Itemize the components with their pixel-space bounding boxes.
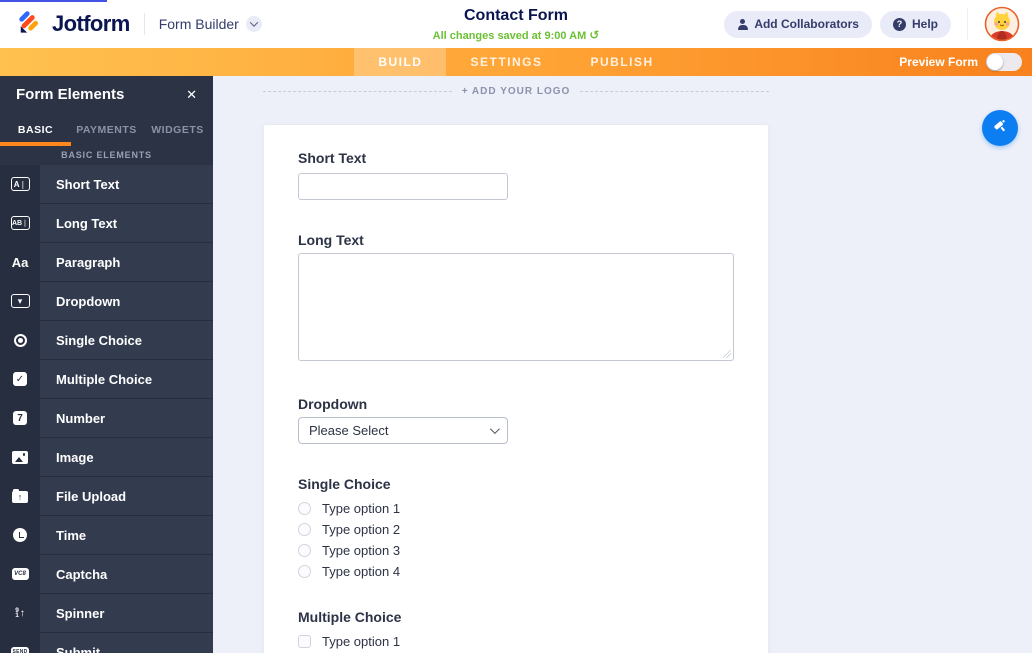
element-short-text[interactable]: A❘ Short Text [0, 165, 213, 204]
question-mark-icon: ? [892, 17, 906, 31]
long-text-icon: AB❘ [0, 204, 40, 242]
element-paragraph[interactable]: Aa Paragraph [0, 243, 213, 282]
checkbox-option[interactable]: Type option 1 [298, 631, 734, 652]
person-icon [737, 18, 748, 30]
builder-nav: BUILD SETTINGS PUBLISH Preview Form [0, 48, 1032, 76]
radio-button[interactable] [298, 523, 311, 536]
add-collaborators-button[interactable]: Add Collaborators [724, 10, 872, 38]
loading-progress-bar [0, 0, 107, 2]
long-text-label: Long Text [298, 232, 364, 248]
paint-roller-icon [991, 117, 1009, 140]
radio-button[interactable] [298, 565, 311, 578]
form-elements-header: Form Elements ✕ [0, 76, 213, 113]
preview-form-toggle[interactable] [986, 53, 1022, 71]
dropdown-label: Dropdown [298, 396, 368, 412]
single-choice-options: Type option 1 Type option 2 Type option … [298, 498, 734, 582]
dashed-line [263, 91, 452, 92]
jotform-logo-icon [16, 8, 43, 40]
element-captcha[interactable]: VC8 Captcha [0, 555, 213, 594]
help-button[interactable]: ? Help [879, 10, 951, 38]
submit-icon: SEND [0, 633, 40, 653]
radio-option[interactable]: Type option 4 [298, 561, 734, 582]
tab-build[interactable]: BUILD [354, 48, 447, 76]
dashed-line [580, 91, 769, 92]
dropdown-icon: ▾ [0, 282, 40, 320]
close-icon[interactable]: ✕ [186, 87, 197, 103]
add-logo-button[interactable]: + ADD YOUR LOGO [462, 86, 571, 97]
form-title-block: Contact Form All changes saved at 9:00 A… [433, 6, 600, 42]
short-text-label: Short Text [298, 150, 367, 166]
logo-wordmark: Jotform [52, 11, 130, 36]
tab-basic[interactable]: BASIC [0, 113, 71, 146]
jotform-logo[interactable]: Jotform [12, 8, 130, 40]
form-designer-button[interactable] [982, 110, 1018, 146]
single-choice-icon [0, 321, 40, 359]
short-text-icon: A❘ [0, 165, 40, 203]
element-category-tabs: BASIC PAYMENTS WIDGETS [0, 113, 213, 146]
chevron-down-icon [245, 16, 262, 32]
multiple-choice-label: Multiple Choice [298, 609, 402, 625]
add-logo-area: + ADD YOUR LOGO [263, 86, 769, 97]
paragraph-icon: Aa [0, 243, 40, 281]
tab-payments[interactable]: PAYMENTS [71, 113, 142, 146]
element-submit[interactable]: SEND Submit [0, 633, 213, 653]
builder-nav-tabs: BUILD SETTINGS PUBLISH [354, 48, 677, 76]
app-switcher[interactable]: Form Builder [159, 16, 262, 32]
avatar[interactable] [984, 6, 1020, 42]
time-icon [0, 516, 40, 554]
panel-title: Form Elements [16, 86, 125, 103]
save-status: All changes saved at 9:00 AM ↺ [432, 28, 600, 42]
element-long-text[interactable]: AB❘ Long Text [0, 204, 213, 243]
tab-widgets[interactable]: WIDGETS [142, 113, 213, 146]
header: Jotform Form Builder Contact Form All ch… [0, 0, 1032, 48]
tab-settings[interactable]: SETTINGS [446, 48, 566, 76]
multiple-choice-icon: ✓ [0, 360, 40, 398]
header-divider [143, 13, 145, 35]
file-upload-icon: ↑ [0, 477, 40, 515]
preview-form-label: Preview Form [899, 55, 978, 69]
multiple-choice-options: Type option 1 [298, 631, 734, 653]
single-choice-label: Single Choice [298, 476, 391, 492]
element-number[interactable]: 7 Number [0, 399, 213, 438]
element-file-upload[interactable]: ↑ File Upload [0, 477, 213, 516]
jotform-form-builder: Jotform Form Builder Contact Form All ch… [0, 0, 1032, 653]
radio-option[interactable]: Type option 1 [298, 498, 734, 519]
chevron-down-icon [489, 424, 500, 435]
form-canvas: + ADD YOUR LOGO Short Text Long Text Dro… [213, 76, 1032, 653]
undo-icon[interactable]: ↺ [589, 28, 599, 42]
image-icon [0, 438, 40, 476]
radio-button[interactable] [298, 544, 311, 557]
toggle-knob [987, 54, 1003, 70]
element-multiple-choice[interactable]: ✓ Multiple Choice [0, 360, 213, 399]
element-single-choice[interactable]: Single Choice [0, 321, 213, 360]
preview-form-control: Preview Form [899, 48, 1022, 76]
dropdown-selected-value: Please Select [309, 423, 389, 438]
tab-publish[interactable]: PUBLISH [567, 48, 678, 76]
dropdown-select[interactable]: Please Select [298, 417, 508, 444]
form-title[interactable]: Contact Form [433, 6, 600, 26]
app-name: Form Builder [158, 16, 239, 32]
element-spinner[interactable]: 9 1 ↑ Spinner [0, 594, 213, 633]
form-elements-panel: Form Elements ✕ BASIC PAYMENTS WIDGETS B… [0, 76, 213, 653]
spinner-icon: 9 1 ↑ [0, 594, 40, 632]
section-label: BASIC ELEMENTS [61, 150, 152, 160]
short-text-input[interactable] [298, 173, 508, 200]
element-image[interactable]: Image [0, 438, 213, 477]
checkbox[interactable] [298, 635, 311, 648]
header-divider [967, 8, 968, 40]
header-actions: Add Collaborators ? Help [724, 6, 1020, 42]
element-dropdown[interactable]: ▾ Dropdown [0, 282, 213, 321]
element-time[interactable]: Time [0, 516, 213, 555]
long-text-textarea[interactable] [298, 253, 734, 361]
form-card: Short Text Long Text Dropdown Please Sel… [263, 124, 769, 653]
radio-option[interactable]: Type option 3 [298, 540, 734, 561]
captcha-icon: VC8 [0, 555, 40, 593]
radio-option[interactable]: Type option 2 [298, 519, 734, 540]
radio-button[interactable] [298, 502, 311, 515]
number-icon: 7 [0, 399, 40, 437]
